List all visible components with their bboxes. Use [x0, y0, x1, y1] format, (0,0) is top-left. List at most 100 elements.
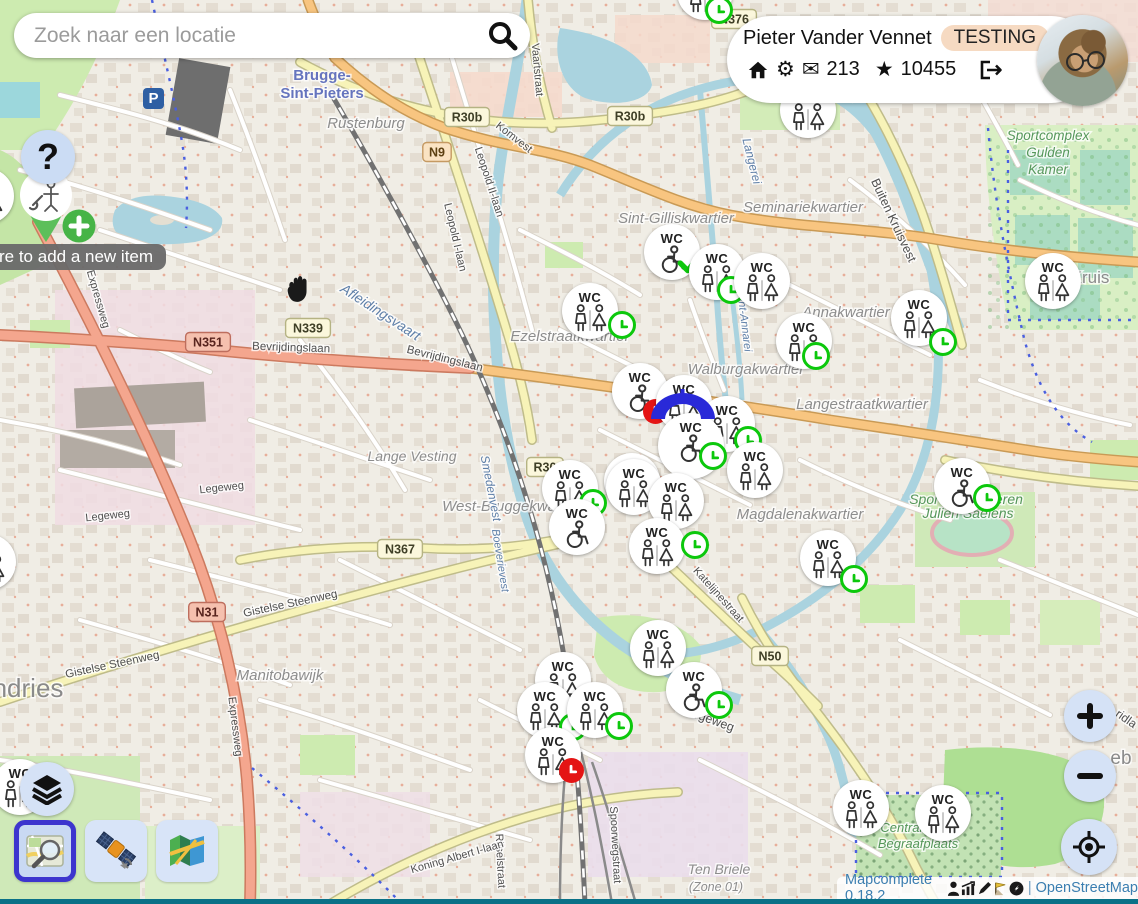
open-hours-badge: [608, 311, 636, 339]
map-label: Rustenburg: [327, 115, 405, 132]
svg-text:N339: N339: [293, 322, 323, 336]
map-label: Sint-Pieters: [280, 85, 363, 102]
basemap-style-buttons: [14, 820, 218, 882]
open-hours-badge: [699, 442, 727, 470]
map-label: Gulden: [1026, 145, 1070, 160]
wc-label: WC: [1042, 261, 1065, 274]
map-marker-toilet[interactable]: WC: [776, 313, 832, 369]
osm-attribution-link[interactable]: OpenStreetMap: [1036, 880, 1138, 896]
map-marker-toilet[interactable]: WC: [525, 727, 581, 783]
wc-label: WC: [751, 261, 774, 274]
road-badge: N351: [186, 333, 231, 352]
map-marker-toilet[interactable]: WC: [567, 682, 623, 738]
open-hours-badge: [973, 484, 1001, 512]
help-label: ?: [37, 136, 59, 178]
search-input[interactable]: [14, 24, 486, 48]
svg-text:N351: N351: [193, 336, 223, 350]
gear-icon[interactable]: ⚙: [776, 59, 795, 80]
map-label: Sportcomplex: [1007, 128, 1091, 143]
map-label: Lange Vesting: [368, 448, 457, 464]
attrib-separator: |: [1028, 880, 1032, 896]
flag-icon[interactable]: [993, 881, 1008, 896]
wc-label: WC: [629, 371, 652, 384]
style-button-osm-carto[interactable]: [14, 820, 76, 882]
map-label: Manitobawijk: [237, 667, 325, 684]
map-marker-toilet[interactable]: WC: [891, 290, 947, 346]
logout-icon[interactable]: [977, 59, 1003, 81]
map-marker-toilet[interactable]: WC: [562, 283, 618, 339]
style-button-map[interactable]: [156, 820, 218, 882]
map-marker-toilet[interactable]: WC: [833, 780, 889, 836]
edit-icon[interactable]: [977, 881, 992, 896]
map-marker-toilet[interactable]: WC: [666, 662, 722, 718]
map-label: Brugge-: [293, 67, 351, 84]
wc-label: WC: [647, 628, 670, 641]
star-icon[interactable]: ★: [875, 59, 894, 80]
road-badge: N31: [189, 603, 226, 622]
parking-icon: P: [143, 88, 164, 109]
user-icon[interactable]: [947, 881, 960, 896]
map-marker-toilet[interactable]: WC: [915, 785, 971, 841]
road-badge: N339: [286, 319, 331, 338]
osm-map-icon: [24, 830, 66, 872]
map-marker-toilet[interactable]: WC: [549, 499, 605, 555]
open-hours-badge: [802, 342, 830, 370]
road-badge: N9: [423, 143, 451, 162]
wc-label: WC: [817, 538, 840, 551]
folded-map-icon: [166, 830, 208, 872]
map-marker-toilet[interactable]: WC: [800, 530, 856, 586]
wc-label: WC: [534, 690, 557, 703]
layers-button[interactable]: [20, 762, 74, 816]
home-icon[interactable]: [747, 59, 769, 81]
wc-label: WC: [559, 468, 582, 481]
wc-label: WC: [850, 788, 873, 801]
user-name: Pieter Vander Vennet: [743, 27, 932, 50]
attribution-bar[interactable]: Mapcomplete 0.18.2 | OpenStreetMap: [837, 877, 1138, 899]
open-hours-badge: [705, 691, 733, 719]
badge-icon[interactable]: [1009, 881, 1024, 896]
zoom-out-button[interactable]: [1064, 750, 1116, 802]
wc-label: WC: [566, 507, 589, 520]
search-icon[interactable]: [486, 19, 520, 53]
minus-icon: [1076, 762, 1104, 790]
wc-label: WC: [716, 404, 739, 417]
mapcomplete-app: N9N376N31N351N339R30bR30bR30N367N50 Brug…: [0, 0, 1138, 904]
road-badge: R30b: [445, 108, 490, 127]
map-label: Magdalenakwartier: [737, 506, 865, 523]
avatar[interactable]: [1037, 15, 1128, 106]
wc-label: WC: [932, 793, 955, 806]
map-label: Ten Briele: [688, 861, 751, 877]
stats-icon[interactable]: [961, 881, 976, 896]
svg-text:N50: N50: [759, 650, 782, 664]
svg-text:N31: N31: [196, 606, 219, 620]
geolocate-button[interactable]: [1061, 819, 1117, 875]
search-bar[interactable]: [14, 13, 530, 58]
layers-icon: [30, 773, 64, 805]
star-count[interactable]: 10455: [901, 58, 957, 81]
wc-label: WC: [683, 670, 706, 683]
style-button-satellite[interactable]: [85, 820, 147, 882]
wc-label: WC: [579, 291, 602, 304]
zoom-in-button[interactable]: [1064, 690, 1116, 742]
map-marker-toilet[interactable]: WC: [629, 518, 685, 574]
umbrella-marker[interactable]: [650, 389, 716, 423]
open-hours-badge: [929, 328, 957, 356]
svg-text:R30b: R30b: [452, 111, 483, 125]
open-hours-badge: [605, 712, 633, 740]
map-marker-toilet[interactable]: WC: [727, 442, 783, 498]
map-marker-toilet[interactable]: WC: [934, 458, 990, 514]
wc-label: WC: [542, 735, 565, 748]
road-badge: R30b: [608, 107, 653, 126]
map-label: (Zone 01): [689, 880, 743, 894]
map-marker-toilet[interactable]: WC: [1025, 253, 1081, 309]
road-badge: N367: [378, 540, 423, 559]
map-marker-toilet[interactable]: WC: [734, 253, 790, 309]
svg-text:R30b: R30b: [615, 110, 646, 124]
wc-label: WC: [665, 481, 688, 494]
help-button[interactable]: ?: [21, 130, 75, 184]
road-badge: N50: [752, 647, 789, 666]
testing-badge: TESTING: [941, 25, 1049, 51]
svg-text:N367: N367: [385, 543, 415, 557]
mail-icon[interactable]: ✉: [802, 59, 820, 80]
message-count[interactable]: 213: [826, 58, 859, 81]
